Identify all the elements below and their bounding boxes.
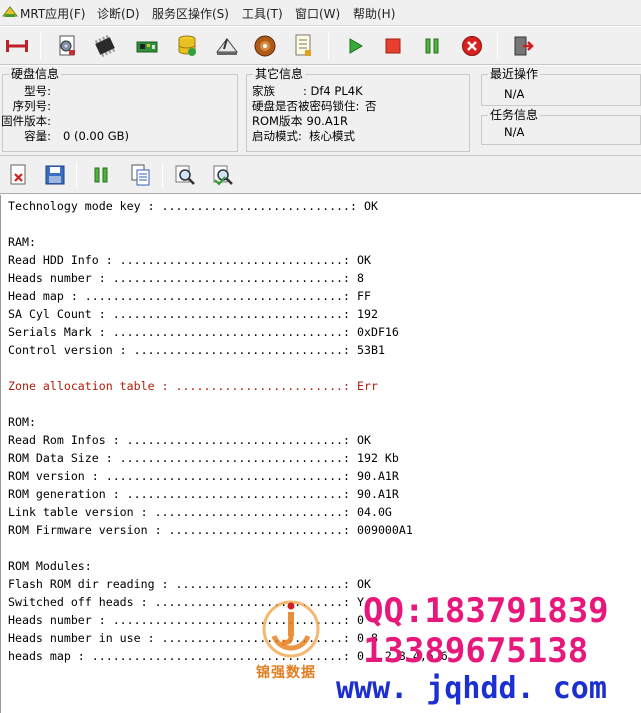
copy-button[interactable] <box>125 160 155 190</box>
log-line: ROM Firmware version : .................… <box>8 523 413 537</box>
pcb-board-button[interactable] <box>132 31 162 61</box>
pcb-board-icon <box>136 41 158 53</box>
task-info-title: 任务信息 <box>488 108 541 122</box>
info-panel: 硬盘信息 型号: 序列号: 固件版本: 容量: 0 (0.00 GB) 其它信息… <box>0 66 641 156</box>
hdd-head-button[interactable] <box>212 31 242 61</box>
copy-icon <box>131 164 150 186</box>
log-line: Head map : .............................… <box>8 289 371 303</box>
main-toolbar <box>0 27 641 65</box>
database-icon <box>178 35 196 56</box>
disk-report-button[interactable] <box>52 31 82 61</box>
log-line: Read HDD Info : ........................… <box>8 253 371 267</box>
firmware-label: 固件版本: <box>1 114 51 128</box>
save-log-icon <box>45 165 65 185</box>
exit-button[interactable] <box>508 31 538 61</box>
disk-info-title: 硬盘信息 <box>9 67 62 81</box>
log-line: ROM version : ..........................… <box>8 469 399 483</box>
log-line: SA Cyl Count : .........................… <box>8 307 378 321</box>
disk-report-icon <box>59 35 75 56</box>
menu-help[interactable]: 帮助(H) <box>353 5 395 22</box>
capacity-label: 容量: <box>24 129 51 143</box>
clear-log-button[interactable] <box>3 160 33 190</box>
notes-button[interactable] <box>288 31 318 61</box>
log-line: ROM: <box>8 415 36 429</box>
search-next-icon <box>213 165 233 186</box>
log-line: Technology mode key : ..................… <box>8 199 378 213</box>
family-value: : Df4 PL4K <box>303 84 363 98</box>
connect-icon <box>6 40 28 52</box>
menu-mrt-app[interactable]: MRT应用(F) <box>20 5 85 22</box>
stop-icon <box>385 38 401 54</box>
watermark-brand: 锦强数据 <box>256 665 316 681</box>
password-lock-value: 否 <box>365 99 377 113</box>
rom-version-label: ROM版本 <box>252 114 302 128</box>
menu-window[interactable]: 窗口(W) <box>295 5 340 22</box>
disk-platter-button[interactable] <box>250 31 280 61</box>
log-line: Read Rom Infos : .......................… <box>8 433 371 447</box>
search-icon <box>175 165 195 185</box>
other-info-title: 其它信息 <box>253 67 306 81</box>
cancel-icon <box>462 36 482 56</box>
watermark-phone: 13389675138 <box>363 631 589 671</box>
connect-button[interactable] <box>2 31 32 61</box>
log-toolbar <box>0 156 641 194</box>
log-line: RAM: <box>8 235 36 249</box>
log-line: Serials Mark : .........................… <box>8 325 399 339</box>
menu-bar: MRT应用(F) 诊断(D) 服务区操作(S) 工具(T) 窗口(W) 帮助(H… <box>0 0 641 26</box>
chip-button[interactable] <box>90 31 120 61</box>
search-button[interactable] <box>170 160 200 190</box>
pause-log-button[interactable] <box>86 160 116 190</box>
menu-tools[interactable]: 工具(T) <box>242 5 283 22</box>
menu-diagnose[interactable]: 诊断(D) <box>97 5 140 22</box>
database-button[interactable] <box>172 31 202 61</box>
log-line: Heads number in use : ..................… <box>8 631 378 645</box>
chip-icon <box>94 34 116 58</box>
family-label: 家族 <box>252 84 275 98</box>
watermark-qq: QQ:183791839 <box>363 591 609 631</box>
hdd-head-icon <box>215 38 239 55</box>
app-icon <box>2 6 18 17</box>
menu-service-area[interactable]: 服务区操作(S) <box>152 5 229 22</box>
other-info-group: 其它信息 家族 : Df4 PL4K 硬盘是否被密码锁住: 否 ROM版本 : … <box>246 67 470 152</box>
clear-log-icon <box>10 164 26 185</box>
search-next-button[interactable] <box>208 160 238 190</box>
save-log-button[interactable] <box>40 160 70 190</box>
log-line: Control version : ......................… <box>8 343 385 357</box>
boot-mode-label: 启动模式: <box>252 129 302 143</box>
log-line: Heads number : .........................… <box>8 271 364 285</box>
log-line: Zone allocation table : ................… <box>8 379 378 393</box>
serial-label: 序列号: <box>12 99 51 113</box>
stop-button[interactable] <box>378 31 408 61</box>
start-button[interactable] <box>340 31 370 61</box>
pause-icon <box>425 38 439 54</box>
notes-icon <box>295 34 311 56</box>
recent-ops-title: 最近操作 <box>488 67 541 81</box>
exit-icon <box>514 36 534 56</box>
log-line: ROM Modules: <box>8 559 92 573</box>
log-line: Link table version : ...................… <box>8 505 392 519</box>
watermark-url: www. jqhdd. com <box>336 671 607 706</box>
boot-mode-value: 核心模式 <box>309 129 355 143</box>
recent-ops-value: N/A <box>504 87 525 101</box>
log-line: ROM Data Size : ........................… <box>8 451 399 465</box>
pause-icon <box>94 167 108 183</box>
capacity-value: 0 (0.00 GB) <box>63 129 130 143</box>
password-lock-label: 硬盘是否被密码锁住: <box>252 99 360 113</box>
task-info-group: 任务信息 N/A <box>481 108 641 145</box>
disk-info-group: 硬盘信息 型号: 序列号: 固件版本: 容量: 0 (0.00 GB) <box>1 67 238 152</box>
pause-button[interactable] <box>417 31 447 61</box>
log-line: Flash ROM dir reading : ................… <box>8 577 371 591</box>
model-label: 型号: <box>24 84 51 98</box>
disk-platter-icon <box>254 35 276 57</box>
task-info-value: N/A <box>504 125 525 139</box>
log-line: ROM generation : .......................… <box>8 487 399 501</box>
rom-version-value: : 90.A1R <box>299 114 348 128</box>
recent-ops-group: 最近操作 N/A <box>481 67 641 106</box>
jinqiang-logo-icon <box>262 600 320 658</box>
cancel-button[interactable] <box>457 31 487 61</box>
start-icon <box>349 38 363 54</box>
